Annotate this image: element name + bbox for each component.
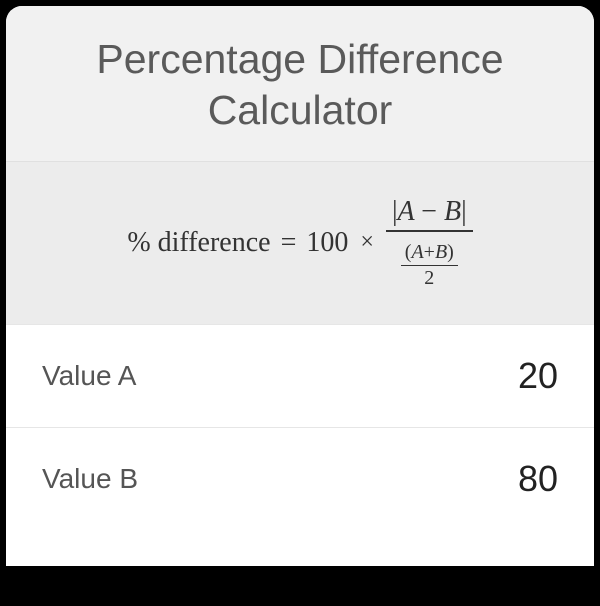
formula-times: × — [360, 229, 374, 256]
sub-numerator: (A+B) — [401, 241, 458, 266]
label-value-a: Value A — [42, 360, 136, 392]
formula-section: % difference = 100 × |A − B| (A+B) 2 — [6, 161, 594, 324]
formula-numerator: |A − B| — [386, 196, 473, 232]
input-value-a[interactable] — [438, 355, 558, 397]
input-row-a: Value A — [6, 324, 594, 427]
var-a: A — [398, 196, 415, 227]
input-row-b: Value B — [6, 427, 594, 530]
abs-close: | — [461, 196, 467, 227]
formula-equals: = — [281, 227, 297, 259]
label-value-b: Value B — [42, 463, 138, 495]
denom-var-b: B — [435, 241, 447, 263]
formula-constant: 100 — [306, 227, 348, 259]
var-b: B — [444, 196, 461, 227]
input-value-b[interactable] — [438, 458, 558, 500]
denom-var-a: A — [411, 241, 423, 263]
formula-display: % difference = 100 × |A − B| (A+B) 2 — [127, 196, 472, 290]
page-title: Percentage Difference Calculator — [36, 34, 564, 137]
formula-fraction: |A − B| (A+B) 2 — [386, 196, 473, 290]
calculator-card: Percentage Difference Calculator % diffe… — [6, 6, 594, 566]
minus-sign: − — [421, 196, 437, 227]
formula-lhs: % difference — [127, 227, 270, 259]
formula-denominator: (A+B) 2 — [401, 232, 458, 290]
plus-sign: + — [424, 241, 435, 263]
sub-fraction: (A+B) 2 — [401, 241, 458, 290]
header: Percentage Difference Calculator — [6, 6, 594, 161]
sub-denominator: 2 — [424, 266, 434, 290]
paren-close: ) — [447, 241, 454, 263]
